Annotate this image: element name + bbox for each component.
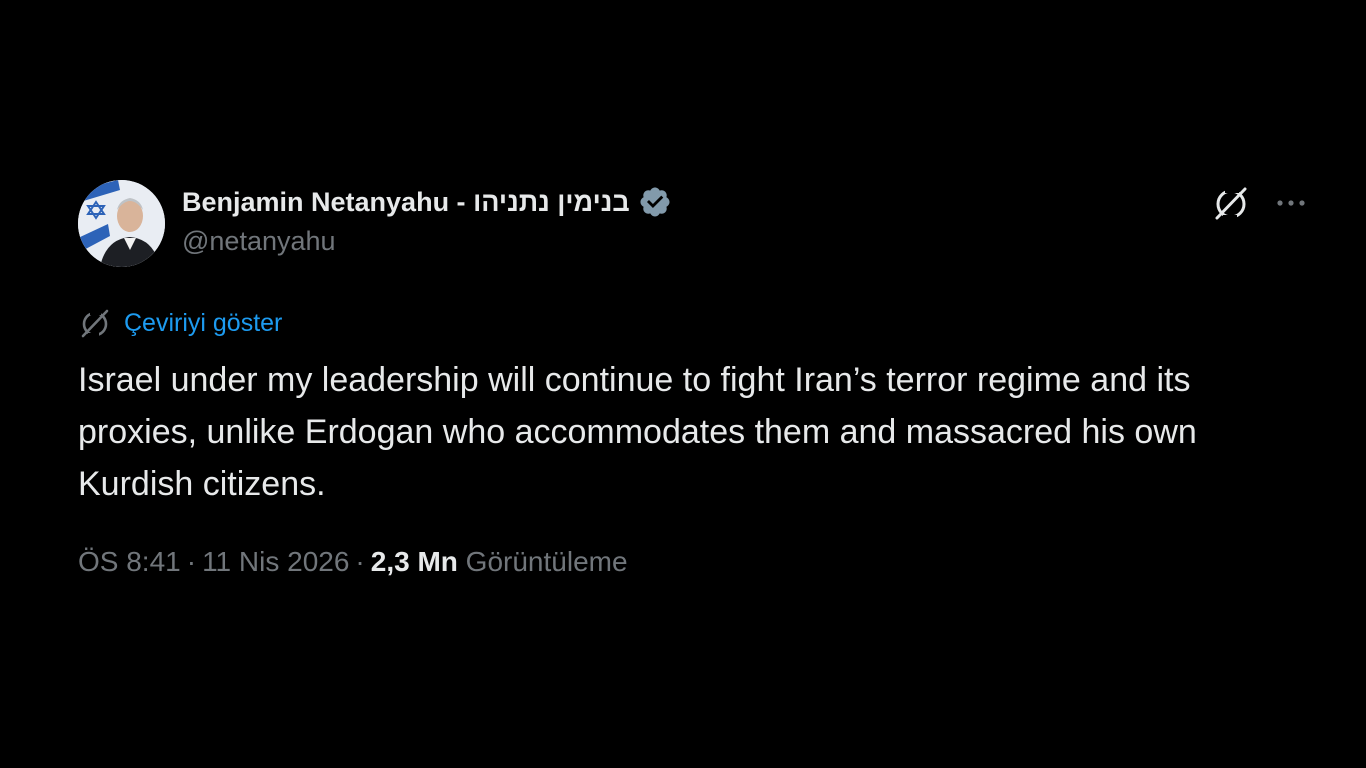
translate-icon: [78, 306, 112, 340]
avatar[interactable]: [78, 180, 165, 267]
meta-separator: ·: [355, 546, 365, 577]
tweet-text: Israel under my leadership will continue…: [78, 361, 1197, 503]
display-name[interactable]: Benjamin Netanyahu - בנימין נתניהו: [182, 187, 630, 218]
views-count: 2,3 Mn: [370, 546, 458, 577]
author-names: Benjamin Netanyahu - בנימין נתניהו @neta…: [182, 184, 672, 257]
tweet-date[interactable]: 11 Nis 2026: [202, 546, 349, 577]
views-label: Görüntüleme: [465, 546, 628, 577]
tweet-meta: ÖS 8:41 · 11 Nis 2026 · 2,3 Mn Görüntüleme: [78, 546, 628, 578]
translate-row: Çeviriyi göster: [78, 306, 282, 340]
meta-separator: ·: [186, 546, 197, 577]
tweet-top-actions: [1212, 184, 1308, 222]
display-name-row: Benjamin Netanyahu - בנימין נתניהו: [182, 184, 672, 220]
show-translation-link[interactable]: Çeviriyi göster: [124, 309, 282, 338]
tweet-time[interactable]: ÖS 8:41: [78, 546, 181, 577]
more-options-icon[interactable]: [1274, 186, 1308, 220]
tweet-header: Benjamin Netanyahu - בנימין נתניהו @neta…: [78, 180, 1308, 268]
tweet: Benjamin Netanyahu - בנימין נתניהו @neta…: [78, 180, 1308, 577]
author-handle[interactable]: @netanyahu: [182, 226, 672, 257]
verified-badge-icon[interactable]: [638, 185, 672, 219]
avatar-image: [78, 180, 165, 267]
grok-icon[interactable]: [1212, 184, 1250, 222]
